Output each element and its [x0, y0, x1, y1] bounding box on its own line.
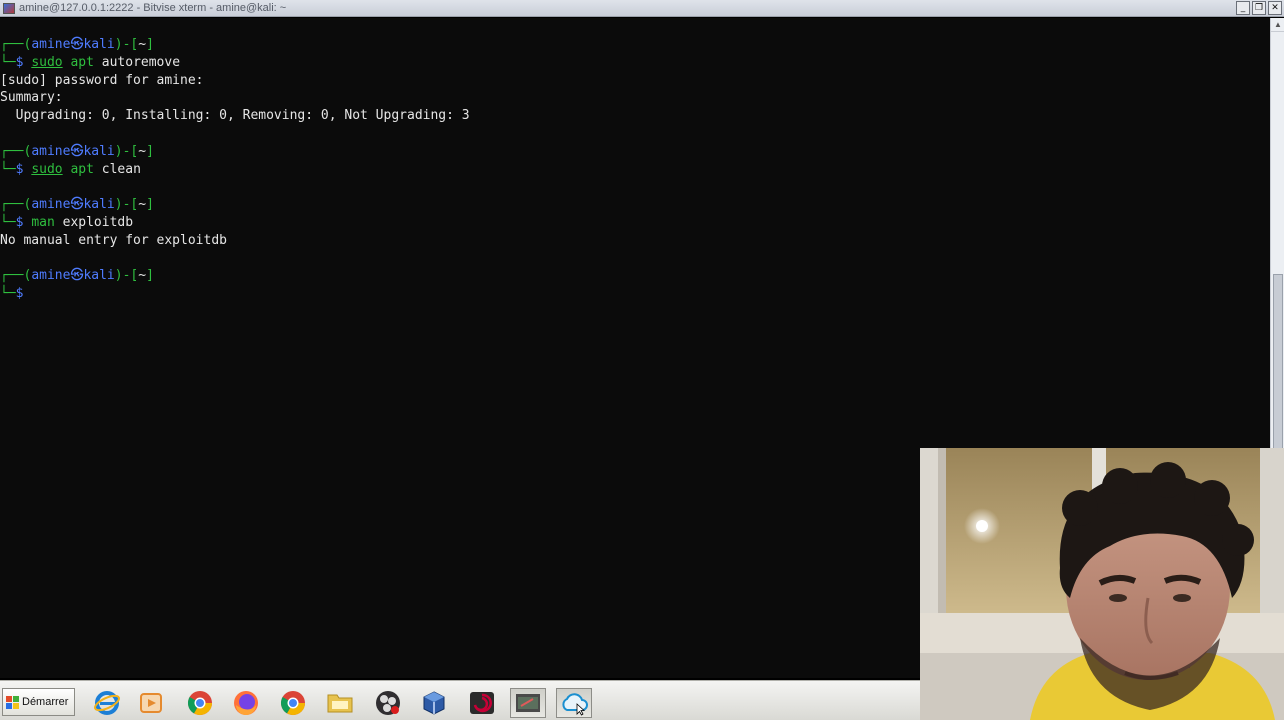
virtualbox-icon[interactable] — [416, 688, 452, 718]
prompt-line: ┌──(amine㉿kali)-[~] — [0, 267, 154, 285]
chrome-icon[interactable] — [182, 688, 218, 718]
prompt-directory: ~ — [138, 268, 147, 284]
internet-explorer-icon[interactable] — [89, 688, 125, 718]
output-line: [sudo] password for amine: — [0, 72, 204, 88]
prompt-bracket: )-[ — [114, 37, 139, 52]
output-line: Upgrading: 0, Installing: 0, Removing: 0… — [0, 108, 470, 124]
command-token: clean — [101, 161, 141, 177]
windows-logo-icon — [6, 695, 19, 709]
prompt-directory: ~ — [138, 143, 147, 159]
prompt-line: ┌──(amine㉿kali)-[~] — [0, 143, 154, 161]
prompt-user-host: amine㉿kali — [31, 197, 115, 213]
prompt-bracket: ┌──( — [0, 143, 32, 159]
prompt-bracket: ┌──( — [0, 197, 32, 213]
prompt-dollar: $ — [15, 161, 32, 177]
webcam-overlay — [920, 448, 1284, 720]
prompt-dollar: $ — [15, 286, 32, 302]
firefox-icon[interactable] — [228, 688, 264, 718]
command-token: sudo — [31, 54, 63, 70]
start-label: Démarrer — [22, 696, 69, 708]
prompt-bracket: ] — [146, 197, 154, 213]
prompt-corner: └─ — [0, 286, 16, 302]
output-line: Summary: — [0, 90, 63, 106]
prompt-bracket: ] — [146, 268, 154, 284]
editor-icon[interactable] — [510, 688, 546, 718]
prompt-dollar: $ — [15, 215, 32, 230]
prompt-user-host: amine㉿kali — [31, 268, 115, 284]
window-title: amine@127.0.0.1:2222 - Bitvise xterm - a… — [19, 2, 287, 14]
scroll-up-arrow-icon[interactable]: ▲ — [1271, 18, 1284, 32]
minimize-button[interactable]: _ — [1236, 1, 1250, 15]
close-button[interactable]: ✕ — [1268, 1, 1282, 15]
command-line: └─$ — [0, 285, 31, 303]
command-line: └─$ sudo apt autoremove — [0, 54, 180, 72]
prompt-bracket: )-[ — [114, 143, 139, 159]
command-line: └─$ sudo apt clean — [0, 161, 141, 179]
prompt-bracket: )-[ — [114, 268, 139, 284]
restore-button[interactable]: ❐ — [1252, 1, 1266, 15]
folder-icon[interactable] — [322, 688, 358, 718]
command-line: └─$ man exploitdb — [0, 214, 133, 232]
command-token: sudo — [31, 161, 63, 177]
prompt-directory: ~ — [138, 197, 147, 213]
prompt-directory: ~ — [138, 37, 147, 52]
command-token: apt — [62, 161, 102, 177]
prompt-line: ┌──(amine㉿kali)-[~] — [0, 196, 154, 214]
prompt-user-host: amine㉿kali — [31, 37, 115, 52]
prompt-corner: └─ — [0, 54, 16, 70]
prompt-bracket: ] — [146, 143, 154, 159]
command-token: man — [31, 215, 55, 230]
prompt-user-host: amine㉿kali — [31, 143, 115, 159]
chrome-icon-2[interactable] — [275, 688, 311, 718]
prompt-bracket: ┌──( — [0, 268, 32, 284]
command-token: apt — [62, 54, 102, 70]
command-token: autoremove — [101, 54, 181, 70]
debian-icon[interactable] — [464, 688, 500, 718]
window-titlebar[interactable]: amine@127.0.0.1:2222 - Bitvise xterm - a… — [0, 0, 1284, 17]
start-button[interactable]: Démarrer — [2, 688, 75, 716]
prompt-bracket: ┌──( — [0, 37, 32, 52]
prompt-corner: └─ — [0, 215, 16, 230]
prompt-bracket: ] — [146, 37, 154, 52]
obs-icon[interactable] — [370, 688, 406, 718]
command-token: exploitdb — [54, 215, 134, 230]
prompt-line: ┌──(amine㉿kali)-[~] — [0, 36, 154, 54]
prompt-corner: └─ — [0, 161, 16, 177]
output-line: No manual entry for exploitdb — [0, 232, 227, 248]
prompt-bracket: )-[ — [114, 197, 139, 213]
xterm-app-icon — [3, 2, 15, 14]
cloud-icon[interactable] — [556, 688, 592, 718]
media-player-icon[interactable] — [133, 688, 169, 718]
prompt-dollar: $ — [15, 54, 32, 70]
